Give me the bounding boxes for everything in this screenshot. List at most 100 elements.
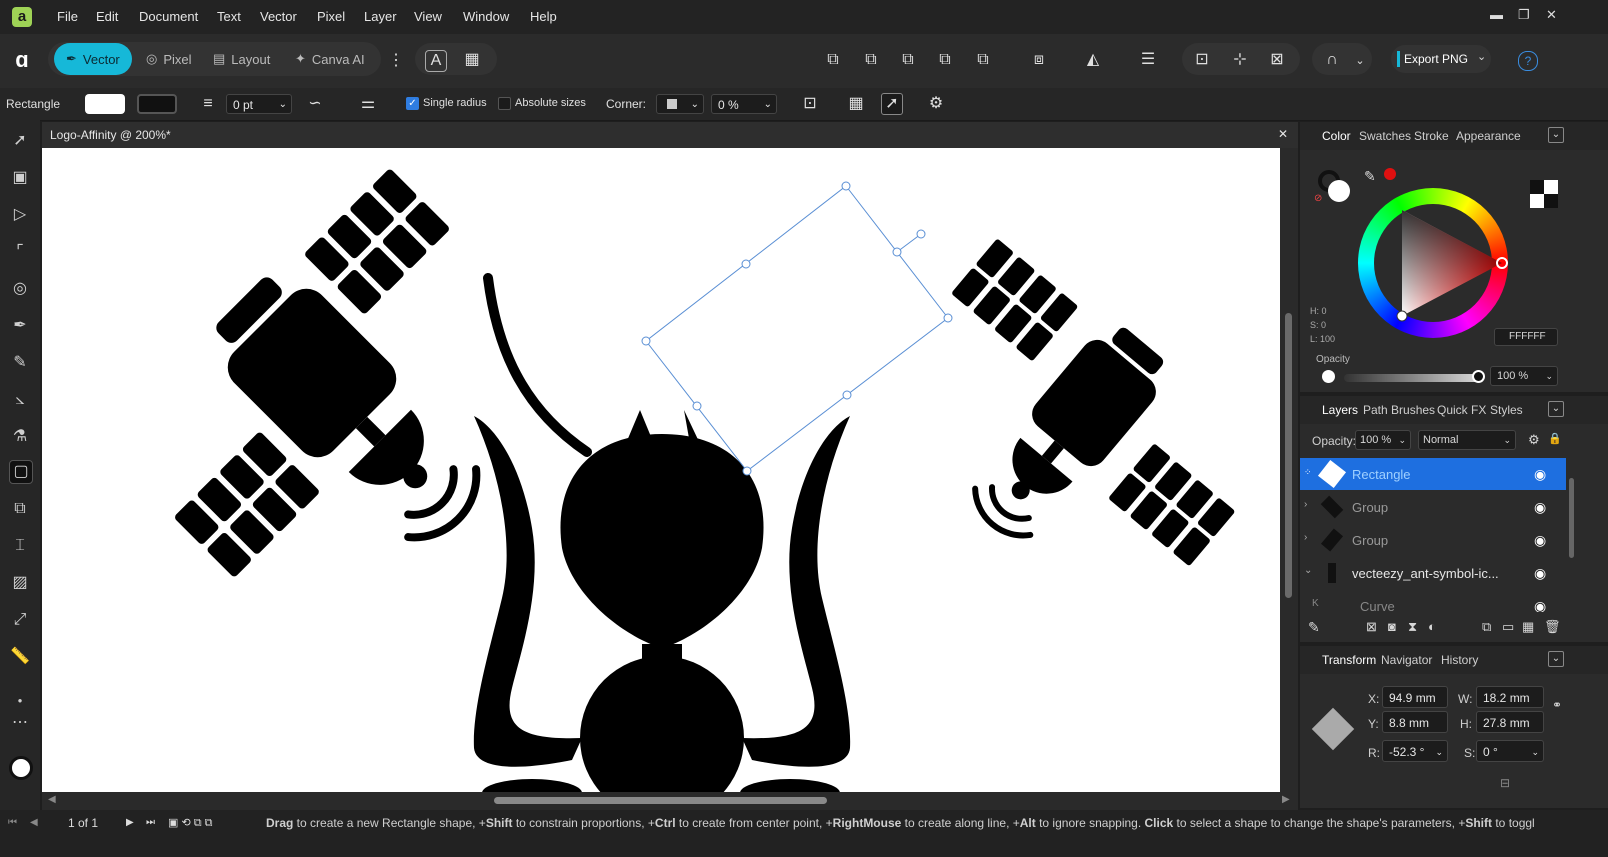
document-tab[interactable]: Logo-Affinity @ 200%* ✕: [42, 122, 1298, 148]
tab-path-brushes[interactable]: Path Brushes: [1363, 403, 1435, 417]
first-page-icon[interactable]: ⏮: [8, 817, 17, 828]
help-button[interactable]: ?: [1518, 51, 1538, 71]
link-proportions-icon[interactable]: ⚭: [1552, 698, 1562, 712]
corner-value-field[interactable]: 0 % ⌄: [711, 94, 777, 114]
snap-frame-icon[interactable]: ⊠: [1267, 50, 1287, 70]
rectangle-tool-icon[interactable]: ▢: [9, 460, 33, 484]
boolean-subtract-icon[interactable]: ⧉: [861, 50, 881, 70]
auto-select-icon[interactable]: A: [425, 50, 447, 72]
w-field[interactable]: 18.2 mm: [1476, 686, 1544, 708]
opacity-slider[interactable]: [1344, 374, 1484, 382]
eyedropper-icon[interactable]: ✎: [1364, 168, 1376, 185]
layers-scrollbar[interactable]: [1566, 458, 1578, 612]
menu-help[interactable]: Help: [530, 9, 557, 24]
minimize-button[interactable]: ▬: [1490, 7, 1503, 22]
edit-layer-icon[interactable]: ✎: [1308, 619, 1320, 636]
persona-pixel-button[interactable]: ◎ Pixel: [134, 43, 204, 75]
layer-row-group-2[interactable]: › Group ◉: [1300, 524, 1566, 556]
horizontal-scrollbar[interactable]: ◀ ▶: [42, 792, 1298, 810]
layer-row-ant[interactable]: ⌄ vecteezy_ant-symbol-ic... ◉: [1300, 557, 1566, 589]
transparency-grid-icon[interactable]: ▦: [846, 94, 866, 114]
shear-field[interactable]: 0 ° ⌄: [1476, 740, 1544, 762]
more-tools-icon[interactable]: ⋯: [9, 712, 31, 734]
color-mode-swatch[interactable]: [1530, 180, 1558, 208]
chevron-down-icon[interactable]: ⌄: [1350, 51, 1370, 71]
menu-file[interactable]: File: [57, 9, 78, 24]
tab-swatches[interactable]: Swatches: [1359, 129, 1411, 143]
align-icon[interactable]: ☰: [1138, 50, 1158, 70]
new-layer-icon[interactable]: ⧉: [1482, 619, 1491, 635]
layer-settings-gear-icon[interactable]: ⚙: [1528, 432, 1540, 448]
boolean-add-icon[interactable]: ⧉: [823, 50, 843, 70]
transform-icon[interactable]: ⧈: [1029, 50, 1049, 70]
vector-brush-icon[interactable]: ⦣: [9, 389, 31, 411]
persona-layout-button[interactable]: ▤ Layout: [201, 43, 282, 75]
transparency-tool-icon[interactable]: ⤢: [9, 609, 31, 631]
settings-gear-icon[interactable]: ⚙: [926, 94, 946, 114]
node-tool-icon[interactable]: ▷: [9, 204, 31, 226]
expand-chevron-icon[interactable]: ›: [1304, 499, 1307, 510]
stroke-swatch[interactable]: [137, 94, 177, 114]
layer-opacity-field[interactable]: 100 % ⌄: [1355, 430, 1411, 450]
tab-layers[interactable]: Layers: [1317, 398, 1363, 422]
tab-history[interactable]: History: [1441, 653, 1478, 667]
opacity-slider-thumb[interactable]: [1472, 370, 1485, 383]
y-field[interactable]: 8.8 mm: [1382, 711, 1448, 733]
tab-stroke[interactable]: Stroke: [1414, 129, 1449, 143]
pencil-tool-icon[interactable]: ✎: [9, 352, 31, 374]
boolean-intersect-icon[interactable]: ⧉: [898, 50, 918, 70]
horizontal-scroll-thumb[interactable]: [494, 797, 827, 804]
pen-tool-icon[interactable]: ✒: [9, 315, 31, 337]
close-window-button[interactable]: ✕: [1546, 7, 1557, 23]
scroll-right-icon[interactable]: ▶: [1282, 794, 1290, 805]
blend-mode-select[interactable]: Normal ⌄: [1418, 430, 1516, 450]
scroll-left-icon[interactable]: ◀: [48, 794, 56, 805]
collapse-chevron-icon[interactable]: ⌄: [1304, 565, 1312, 576]
fill-swatch[interactable]: [85, 94, 125, 114]
menu-window[interactable]: Window: [463, 9, 509, 24]
corner-type-select[interactable]: ⌄: [656, 94, 704, 114]
x-field[interactable]: 94.9 mm: [1382, 686, 1448, 708]
boolean-xor-icon[interactable]: ⧉: [935, 50, 955, 70]
page-icons[interactable]: ▣ ⟲ ⧉ ⧉: [168, 816, 213, 830]
menu-text[interactable]: Text: [217, 9, 241, 24]
menu-document[interactable]: Document: [139, 9, 198, 24]
transform-options-icon[interactable]: ⊟: [1500, 776, 1510, 790]
menu-vector[interactable]: Vector: [260, 9, 297, 24]
h-field[interactable]: 27.8 mm: [1476, 711, 1544, 733]
fill-stroke-swatch[interactable]: [9, 756, 33, 780]
move-tool-icon[interactable]: ➚: [9, 130, 31, 152]
tab-styles[interactable]: Styles: [1490, 403, 1523, 417]
pressure-curve-icon[interactable]: ∽: [305, 94, 325, 114]
corner-tool-icon[interactable]: ⌜: [9, 241, 31, 263]
restore-button[interactable]: ❐: [1518, 7, 1530, 23]
rotation-field[interactable]: -52.3 ° ⌄: [1382, 740, 1448, 762]
ant-symbol[interactable]: [473, 273, 851, 792]
snap-nodes-icon[interactable]: ⊹: [1230, 50, 1250, 70]
sliders-icon[interactable]: ⚌: [358, 94, 378, 114]
panel-collapse-icon[interactable]: ⌄: [1548, 401, 1564, 417]
stroke-width-field[interactable]: 0 pt ⌄: [226, 94, 292, 114]
layer-row-curve[interactable]: K Curve ◉: [1300, 590, 1566, 612]
snap-bounds-icon[interactable]: ⊡: [1192, 50, 1212, 70]
persona-vector-button[interactable]: ✒ Vector: [54, 43, 132, 75]
close-document-icon[interactable]: ✕: [1278, 127, 1288, 141]
image-tool-icon[interactable]: ▨: [9, 572, 31, 594]
tab-quick-fx[interactable]: Quick FX: [1437, 403, 1486, 417]
persona-canva-ai-button[interactable]: ✦ Canva AI: [283, 43, 377, 75]
menu-view[interactable]: View: [414, 9, 442, 24]
pixel-layer-icon[interactable]: ▦: [1522, 619, 1534, 635]
absolute-sizes-checkbox[interactable]: [498, 97, 511, 110]
layers-scroll-thumb[interactable]: [1569, 478, 1574, 558]
vertical-scrollbar[interactable]: [1280, 148, 1298, 792]
anchor-point-selector[interactable]: [1311, 707, 1355, 751]
more-options-icon[interactable]: ⋮: [386, 51, 406, 71]
layer-row-rectangle[interactable]: ⁘ Rectangle ◉: [1300, 458, 1566, 490]
last-page-icon[interactable]: ⏭: [146, 817, 155, 828]
measure-tool-icon[interactable]: 📏: [9, 646, 31, 668]
hex-field[interactable]: FFFFFF: [1494, 328, 1558, 346]
select-cursor-icon[interactable]: ➚: [881, 93, 903, 115]
eye-icon[interactable]: ◉: [1534, 598, 1546, 612]
menu-pixel[interactable]: Pixel: [317, 9, 345, 24]
opacity-field[interactable]: 100 % ⌄: [1490, 366, 1558, 386]
